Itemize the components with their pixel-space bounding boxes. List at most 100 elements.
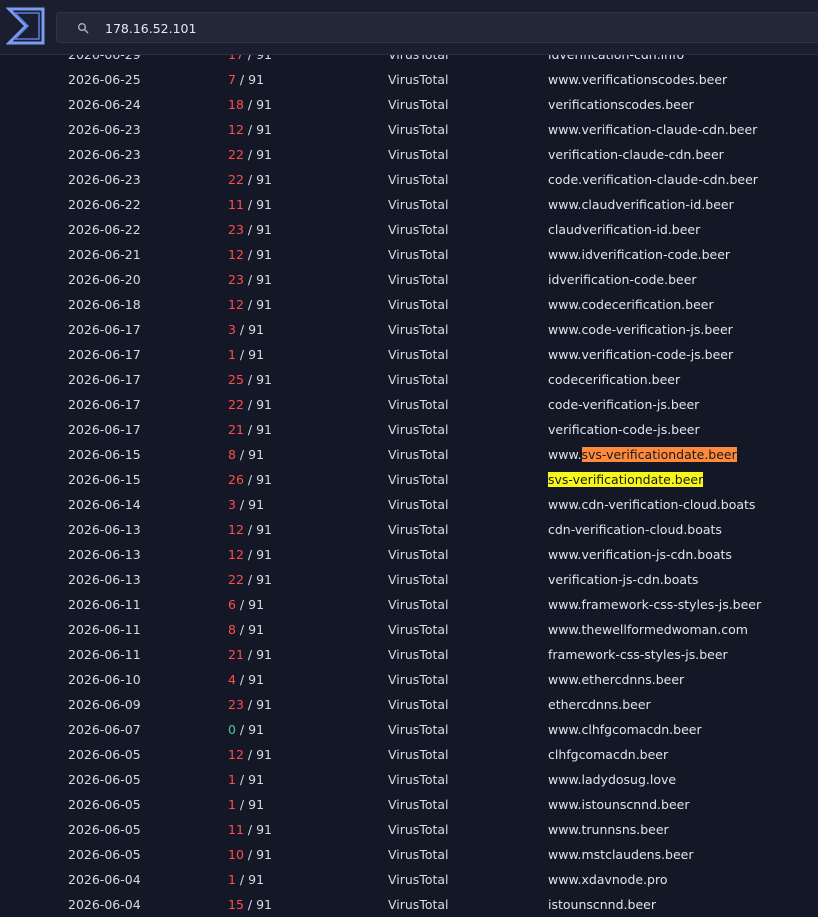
row-domain-link[interactable]: www.ladydosug.love [548, 771, 676, 788]
detection-total: / 91 [243, 847, 272, 862]
row-domain-link[interactable]: www.ethercdnns.beer [548, 671, 684, 688]
top-bar [0, 0, 818, 55]
row-domain-link[interactable]: svs-verificationdate.beer [548, 471, 704, 488]
table-row[interactable]: 2026-06-21 12 / 91 VirusTotal www.idverific… [0, 242, 818, 267]
table-row[interactable]: 2026-06-18 12 / 91 VirusTotal www.codecerif… [0, 292, 818, 317]
row-domain-link[interactable]: verificationscodes.beer [548, 96, 694, 113]
table-row[interactable]: 2026-06-11 21 / 91 VirusTotal framework-css… [0, 642, 818, 667]
detection-score: 8 / 91 [228, 446, 264, 463]
row-domain-link[interactable]: www.framework-css-styles-js.beer [548, 596, 761, 613]
row-domain-link[interactable]: code-verification-js.beer [548, 396, 699, 413]
row-source: VirusTotal [388, 397, 449, 412]
row-domain-link[interactable]: code.verification-claude-cdn.beer [548, 171, 758, 188]
table-row[interactable]: 2026-06-09 23 / 91 VirusTotal ethercdnns.be… [0, 692, 818, 717]
row-domain-link[interactable]: www.istounscnnd.beer [548, 796, 689, 813]
table-row[interactable]: 2026-06-25 7 / 91 VirusTotal www.verificati… [0, 67, 818, 92]
table-row[interactable]: 2026-06-23 22 / 91 VirusTotal verification-… [0, 142, 818, 167]
row-domain-link[interactable]: www.xdavnode.pro [548, 871, 668, 888]
row-domain-link[interactable]: claudverification-id.beer [548, 221, 700, 238]
table-row[interactable]: 2026-06-05 1 / 91 VirusTotal www.istounscnn… [0, 792, 818, 817]
table-row[interactable]: 2026-06-22 11 / 91 VirusTotal www.claudveri… [0, 192, 818, 217]
table-row[interactable]: 2026-06-13 12 / 91 VirusTotal cdn-verificat… [0, 517, 818, 542]
detection-score: 8 / 91 [228, 621, 264, 638]
sigma-logo-icon[interactable] [5, 7, 46, 45]
row-domain-link[interactable]: framework-css-styles-js.beer [548, 646, 728, 663]
table-row[interactable]: 2026-06-17 21 / 91 VirusTotal verification-… [0, 417, 818, 442]
domain-text: code-verification-js.beer [548, 397, 700, 412]
domain-text: www.thewellformedwoman.com [548, 622, 748, 637]
domain-text: www.trunnsns.beer [548, 822, 669, 837]
table-row[interactable]: 2026-06-22 23 / 91 VirusTotal claudverifica… [0, 217, 818, 242]
row-date: 2026-06-22 [68, 222, 141, 237]
table-row[interactable]: 2026-06-11 8 / 91 VirusTotal www.thewellfor… [0, 617, 818, 642]
detection-score: 22 / 91 [228, 171, 272, 188]
row-domain-link[interactable]: www.trunnsns.beer [548, 821, 669, 838]
row-domain-link[interactable]: codecerification.beer [548, 371, 680, 388]
table-row[interactable]: 2026-06-05 12 / 91 VirusTotal clhfgcomacdn.… [0, 742, 818, 767]
table-row[interactable]: 2026-06-17 1 / 91 VirusTotal www.verificati… [0, 342, 818, 367]
table-row[interactable]: 2026-06-15 8 / 91 VirusTotal www.svs-verifi… [0, 442, 818, 467]
detection-total: / 91 [235, 597, 265, 612]
table-row[interactable]: 2026-06-23 22 / 91 VirusTotal code.verifica… [0, 167, 818, 192]
row-domain-link[interactable]: www.verificationscodes.beer [548, 71, 727, 88]
table-row[interactable]: 2026-06-17 3 / 91 VirusTotal www.code-verif… [0, 317, 818, 342]
domain-text: ethercdnns.beer [548, 697, 651, 712]
detection-total: / 91 [243, 897, 272, 912]
row-domain-link[interactable]: www.thewellformedwoman.com [548, 621, 748, 638]
domain-text: www.verification-code-js.beer [548, 347, 734, 362]
table-row[interactable]: 2026-06-11 6 / 91 VirusTotal www.framework-… [0, 592, 818, 617]
table-row[interactable]: 2026-06-23 12 / 91 VirusTotal www.verificat… [0, 117, 818, 142]
row-domain-link[interactable]: ethercdnns.beer [548, 696, 651, 713]
search-box[interactable] [56, 12, 818, 43]
row-domain-link[interactable]: www.verification-js-cdn.boats [548, 546, 732, 563]
table-row[interactable]: 2026-06-20 23 / 91 VirusTotal idverificatio… [0, 267, 818, 292]
row-domain-link[interactable]: www.svs-verificationdate.beer [548, 446, 737, 463]
table-row[interactable]: 2026-06-10 4 / 91 VirusTotal www.ethercdnns… [0, 667, 818, 692]
row-domain-link[interactable]: istounscnnd.beer [548, 896, 656, 913]
row-domain-link[interactable]: verification-code-js.beer [548, 421, 700, 438]
table-row[interactable]: 2026-06-17 22 / 91 VirusTotal code-verifica… [0, 392, 818, 417]
table-row[interactable]: 2026-06-04 15 / 91 VirusTotal istounscnnd.b… [0, 892, 818, 917]
detection-hits: 23 [228, 697, 244, 712]
row-domain-link[interactable]: www.cdn-verification-cloud.boats [548, 496, 755, 513]
table-row[interactable]: 2026-06-17 25 / 91 VirusTotal codecerificat… [0, 367, 818, 392]
table-row[interactable]: 2026-06-07 0 / 91 VirusTotal www.clhfgcomac… [0, 717, 818, 742]
table-row[interactable]: 2026-06-14 3 / 91 VirusTotal www.cdn-verifi… [0, 492, 818, 517]
domain-text: cdn-verification-cloud.boats [548, 522, 722, 537]
row-domain-link[interactable]: www.verification-claude-cdn.beer [548, 121, 757, 138]
row-domain-link[interactable]: www.code-verification-js.beer [548, 321, 733, 338]
table-row[interactable]: 2026-06-13 22 / 91 VirusTotal verification-… [0, 567, 818, 592]
table-row[interactable]: 2026-06-13 12 / 91 VirusTotal www.verificat… [0, 542, 818, 567]
table-row[interactable]: 2026-06-24 18 / 91 VirusTotal verifications… [0, 92, 818, 117]
table-row[interactable]: 2026-06-05 1 / 91 VirusTotal www.ladydosug.… [0, 767, 818, 792]
row-source: VirusTotal [388, 222, 449, 237]
table-row[interactable]: 2026-06-04 1 / 91 VirusTotal www.xdavnode.p… [0, 867, 818, 892]
row-domain-link[interactable]: verification-js-cdn.boats [548, 571, 698, 588]
row-domain-link[interactable]: www.idverification-code.beer [548, 246, 730, 263]
detection-hits: 25 [228, 372, 244, 387]
domain-highlight: svs-verificationdate.beer [581, 447, 737, 462]
row-domain-link[interactable]: www.mstclaudens.beer [548, 846, 694, 863]
row-domain-link[interactable]: verification-claude-cdn.beer [548, 146, 724, 163]
detection-score: 21 / 91 [228, 646, 272, 663]
row-date: 2026-06-04 [68, 897, 141, 912]
row-domain-link[interactable]: cdn-verification-cloud.boats [548, 521, 722, 538]
row-date: 2026-06-20 [68, 272, 141, 287]
row-source: VirusTotal [388, 72, 449, 87]
detection-total: / 91 [243, 822, 272, 837]
row-domain-link[interactable]: www.claudverification-id.beer [548, 196, 734, 213]
row-domain-link[interactable]: idverification-code.beer [548, 271, 697, 288]
detection-total: / 91 [243, 572, 272, 587]
detection-hits: 22 [228, 172, 244, 187]
row-domain-link[interactable]: clhfgcomacdn.beer [548, 746, 668, 763]
row-domain-link[interactable]: www.clhfgcomacdn.beer [548, 721, 702, 738]
detection-score: 21 / 91 [228, 421, 272, 438]
table-row[interactable]: 2026-06-05 11 / 91 VirusTotal www.trunnsns.… [0, 817, 818, 842]
row-domain-link[interactable]: www.codecerification.beer [548, 296, 714, 313]
table-row[interactable]: 2026-06-15 26 / 91 VirusTotal svs-verificat… [0, 467, 818, 492]
detection-total: / 91 [243, 472, 272, 487]
row-domain-link[interactable]: www.verification-code-js.beer [548, 346, 733, 363]
search-input[interactable] [105, 17, 705, 39]
row-date: 2026-06-13 [68, 547, 141, 562]
table-row[interactable]: 2026-06-05 10 / 91 VirusTotal www.mstclaude… [0, 842, 818, 867]
